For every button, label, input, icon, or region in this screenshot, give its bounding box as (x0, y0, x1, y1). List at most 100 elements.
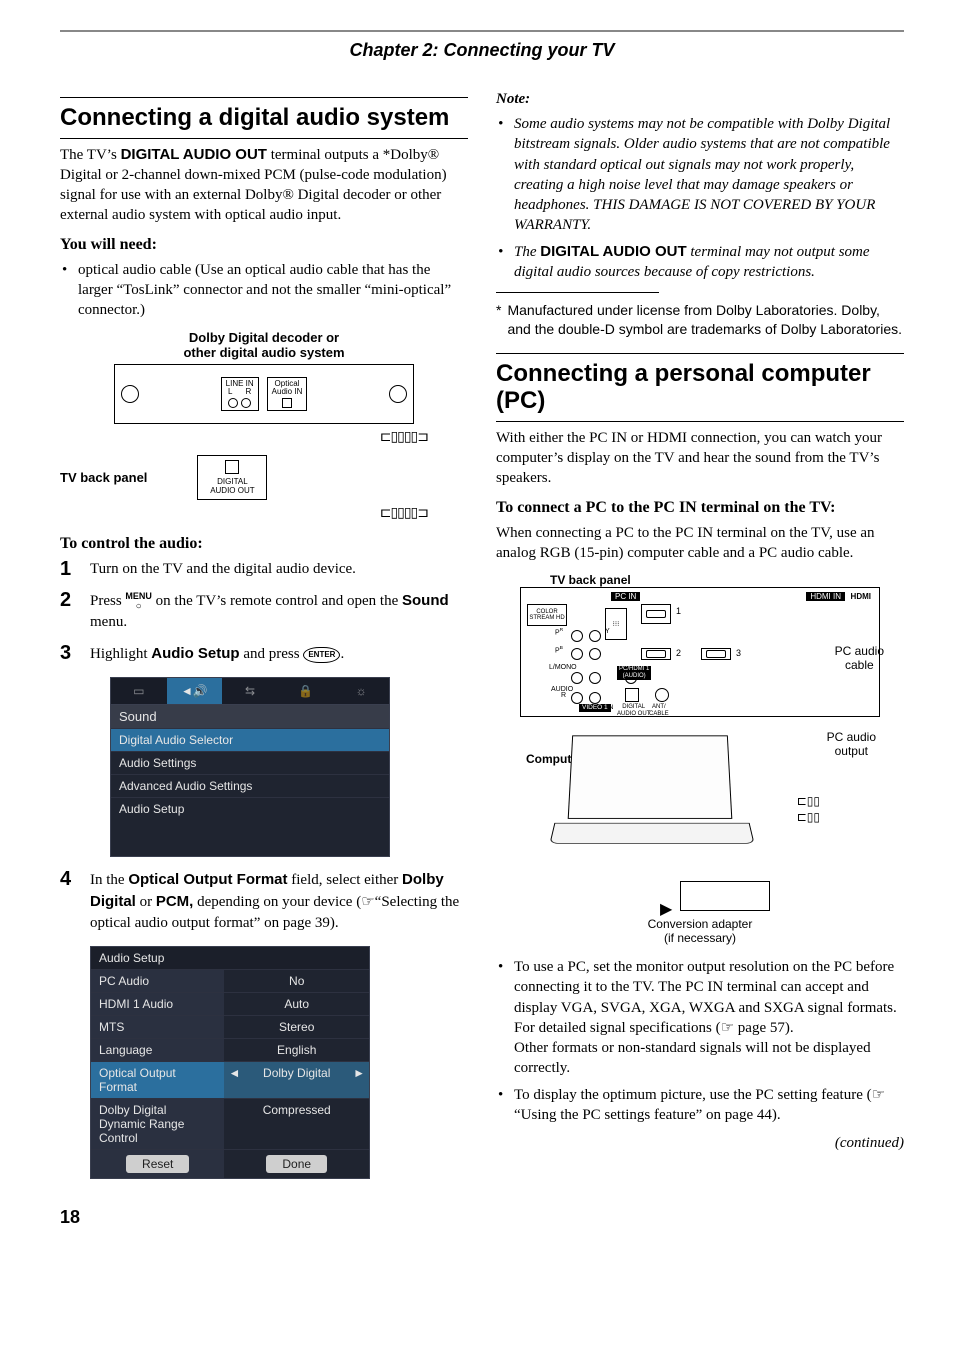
tv-back-panel-box: PC IN HDMI IN HDMI COLOR STREAM HD 1 ⁝⁝⁝… (520, 587, 880, 717)
plug-icon: ⊏▯▯ (797, 811, 820, 825)
step-4: 4 In the Optical Output Format field, se… (60, 869, 468, 934)
need-item: optical audio cable (Use an optical audi… (60, 260, 468, 321)
decoder-label: Dolby Digital decoder or other digital a… (60, 330, 468, 360)
pc-audio-output-label: PC audio output (827, 731, 876, 759)
intro-term: DIGITAL AUDIO OUT (121, 146, 267, 163)
speaker-right-icon (389, 385, 407, 403)
section-rule-top (496, 353, 904, 354)
pc-note-2: To display the optimum picture, use the … (496, 1085, 904, 1126)
sound-menu-screenshot: ▭ ◄🔊 ⇆ 🔒 ☼ Sound Digital Audio Selector … (110, 677, 390, 857)
menu-item: Digital Audio Selector (111, 728, 389, 751)
top-rule (60, 30, 904, 32)
sound-label: Sound (402, 592, 449, 609)
menu-item: Audio Settings (111, 751, 389, 774)
step-number: 4 (60, 869, 78, 934)
sound-tab-icon: ◄🔊 (167, 678, 223, 704)
audio-jack (571, 692, 583, 704)
tv-back-panel-label: TV back panel (60, 470, 147, 485)
table-row: HDMI 1 AudioAuto (91, 992, 369, 1015)
optical-in-port: Optical Audio IN (267, 377, 308, 411)
note-head: Note: (496, 91, 904, 108)
step-1-text: Turn on the TV and the digital audio dev… (90, 559, 356, 580)
intro-paragraph: The TV’s DIGITAL AUDIO OUT terminal outp… (60, 145, 468, 226)
intro-pre: The TV’s (60, 147, 121, 163)
ant-jack (655, 688, 669, 702)
digital-audio-out-term: DIGITAL AUDIO OUT (540, 243, 686, 260)
right-column: Note: Some audio systems may not be comp… (496, 91, 904, 1185)
audio-setup-screenshot: Audio Setup PC AudioNo HDMI 1 AudioAuto … (90, 946, 370, 1179)
picture-tab-icon: ▭ (111, 678, 167, 704)
cable-plug-icon-2: ⊏▯▯▯▯⊐ (380, 504, 428, 520)
audio-setup-label: Audio Setup (151, 645, 239, 662)
footnote-rule (496, 292, 659, 293)
reset-button: Reset (126, 1155, 189, 1173)
tv-back-panel-label: TV back panel (550, 573, 880, 587)
hdmi1-port (641, 604, 671, 624)
hdmi-in-label: HDMI IN (806, 592, 845, 601)
component-jack (589, 630, 601, 642)
plug-icon: ⊏▯▯ (797, 795, 820, 809)
menu-spacer (111, 820, 389, 856)
section-title-pc: Connecting a personal computer (PC) (496, 360, 904, 415)
step-4-text: In the Optical Output Format field, sele… (90, 869, 468, 934)
colorstream-label: COLOR STREAM HD (527, 604, 567, 626)
step-number: 3 (60, 643, 78, 665)
pc-hdmi-audio-label: PC/HDMI 1 (AUDIO) (617, 666, 651, 680)
steps-list-cont: 4 In the Optical Output Format field, se… (60, 869, 468, 934)
pc-connection-diagram: TV back panel PC IN HDMI IN HDMI COLOR S… (520, 573, 880, 945)
section-rule-bottom (60, 138, 468, 139)
menu-button-icon: MENU○ (125, 592, 152, 612)
step-1: 1 Turn on the TV and the digital audio d… (60, 559, 468, 580)
steps-list: 1 Turn on the TV and the digital audio d… (60, 559, 468, 665)
laptop-base-icon (549, 823, 754, 844)
note-item: The DIGITAL AUDIO OUT terminal may not o… (496, 242, 904, 283)
pc-connect-head: To connect a PC to the PC IN terminal on… (496, 499, 904, 517)
decoder-diagram: Dolby Digital decoder or other digital a… (60, 330, 468, 521)
dolby-footnote: * Manufactured under license from Dolby … (496, 301, 904, 339)
speaker-left-icon (121, 385, 139, 403)
cable-plug-icon: ⊏▯▯▯▯⊐ (380, 428, 428, 444)
pc-intro: With either the PC IN or HDMI connection… (496, 428, 904, 489)
step-number: 1 (60, 559, 78, 580)
footnote-text: Manufactured under license from Dolby La… (507, 301, 904, 339)
optical-port-icon (225, 460, 239, 474)
table-row: LanguageEnglish (91, 1038, 369, 1061)
step-number: 2 (60, 590, 78, 633)
settings-tab-icon: ⇆ (222, 678, 278, 704)
left-column: Connecting a digital audio system The TV… (60, 91, 468, 1185)
chapter-title: Chapter 2: Connecting your TV (60, 40, 904, 61)
pc-connect-body: When connecting a PC to the PC IN termin… (496, 523, 904, 564)
step-3: 3 Highlight Audio Setup and press ENTER. (60, 643, 468, 665)
table-row: Dolby Digital Dynamic Range ControlCompr… (91, 1098, 369, 1149)
note-list: Some audio systems may not be compatible… (496, 114, 904, 282)
pc-audio-cable-label: PC audio cable (835, 645, 884, 673)
hdmi-label: HDMI (851, 592, 871, 601)
step-2-text: Press MENU○ on the TV’s remote control a… (90, 590, 468, 633)
component-jack (571, 630, 583, 642)
step-3-text: Highlight Audio Setup and press ENTER. (90, 643, 344, 665)
done-button: Done (266, 1155, 327, 1173)
laptop-screen-icon (568, 736, 733, 820)
lr-label: L R (226, 388, 254, 396)
setup-tab-icon: ☼ (333, 678, 389, 704)
table-row: PC AudioNo (91, 969, 369, 992)
ant-label: ANT/ CABLE (649, 704, 669, 718)
enter-button-icon: ENTER (303, 647, 340, 662)
section-rule-bottom (496, 421, 904, 422)
menu-item: Audio Setup (111, 797, 389, 820)
two-column-layout: Connecting a digital audio system The TV… (60, 91, 904, 1185)
optical-in-label: Optical Audio IN (272, 380, 303, 396)
menu-item: Advanced Audio Settings (111, 774, 389, 797)
line-in-ports: LINE IN L R (221, 377, 259, 411)
decoder-box: LINE IN L R Optical Audio IN (114, 364, 414, 424)
audio-jack (571, 672, 583, 684)
note-item: Some audio systems may not be compatible… (496, 114, 904, 236)
table-row: MTSStereo (91, 1015, 369, 1038)
section-title-digital-audio: Connecting a digital audio system (60, 104, 468, 132)
control-audio-head: To control the audio: (60, 535, 468, 553)
digital-audio-out-port: DIGITAL AUDIO OUT (197, 455, 267, 500)
step-2: 2 Press MENU○ on the TV’s remote control… (60, 590, 468, 633)
pc-notes-list: To use a PC, set the monitor output reso… (496, 957, 904, 1125)
audio-jack (589, 672, 601, 684)
component-jack (589, 648, 601, 660)
